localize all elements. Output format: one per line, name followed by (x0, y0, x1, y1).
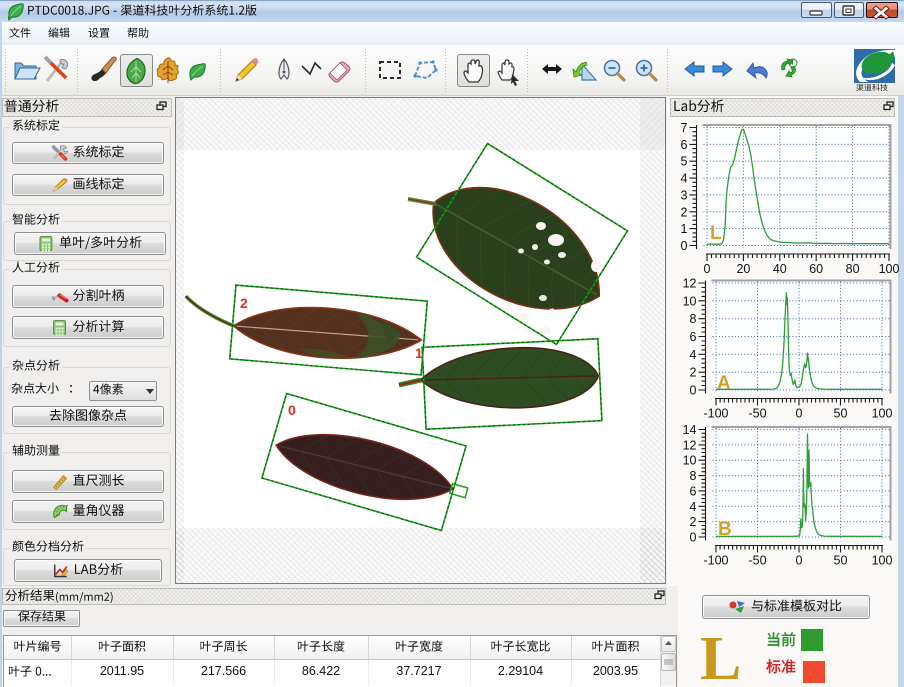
svg-text:12: 12 (683, 438, 697, 452)
svg-text:12: 12 (683, 277, 697, 291)
svg-text:2003.95: 2003.95 (593, 664, 638, 678)
svg-text:0: 0 (690, 384, 697, 398)
svg-text:-50: -50 (748, 407, 766, 421)
svg-text:A: A (717, 373, 731, 394)
svg-text:100: 100 (872, 407, 893, 421)
svg-text:2: 2 (240, 295, 248, 311)
svg-text:7: 7 (681, 121, 688, 135)
svg-text:100: 100 (879, 262, 900, 276)
svg-text:5: 5 (681, 155, 688, 169)
svg-text:6: 6 (681, 138, 688, 152)
svg-text:-50: -50 (748, 554, 766, 568)
svg-text:20: 20 (736, 262, 750, 276)
svg-text:2: 2 (690, 366, 697, 380)
svg-text:0: 0 (288, 402, 296, 418)
svg-text:6: 6 (690, 484, 697, 498)
svg-text:10: 10 (683, 294, 697, 308)
svg-text:0: 0 (681, 239, 688, 253)
svg-text:86.422: 86.422 (302, 664, 340, 678)
svg-text:4: 4 (690, 348, 697, 362)
svg-text:-100: -100 (703, 407, 728, 421)
svg-text:L: L (700, 625, 741, 687)
svg-text:8: 8 (690, 312, 697, 326)
svg-text:37.7217: 37.7217 (396, 664, 441, 678)
svg-text:2: 2 (690, 515, 697, 529)
svg-text:0: 0 (796, 554, 803, 568)
svg-text:2: 2 (681, 205, 688, 219)
svg-text:4: 4 (690, 500, 697, 514)
svg-text:1: 1 (415, 345, 423, 361)
svg-text:L: L (710, 223, 722, 244)
svg-text:1: 1 (681, 222, 688, 236)
svg-text:100: 100 (872, 554, 893, 568)
svg-text:0: 0 (704, 262, 711, 276)
svg-text:10: 10 (683, 454, 697, 468)
svg-text:8: 8 (690, 469, 697, 483)
svg-text:2011.95: 2011.95 (100, 664, 144, 678)
svg-text:50: 50 (834, 407, 848, 421)
svg-text:40: 40 (773, 262, 787, 276)
svg-text:3: 3 (681, 188, 688, 202)
svg-text:0: 0 (796, 407, 803, 421)
svg-text:60: 60 (809, 262, 823, 276)
svg-text:4: 4 (681, 172, 688, 186)
svg-text:217.566: 217.566 (201, 664, 246, 678)
svg-text:14: 14 (683, 423, 697, 437)
svg-text:-100: -100 (703, 554, 728, 568)
svg-text:B: B (718, 519, 732, 540)
svg-text:0: 0 (690, 531, 697, 545)
svg-text:6: 6 (690, 330, 697, 344)
svg-text:50: 50 (834, 554, 848, 568)
svg-text:80: 80 (846, 262, 860, 276)
svg-text:2.29104: 2.29104 (498, 664, 543, 678)
